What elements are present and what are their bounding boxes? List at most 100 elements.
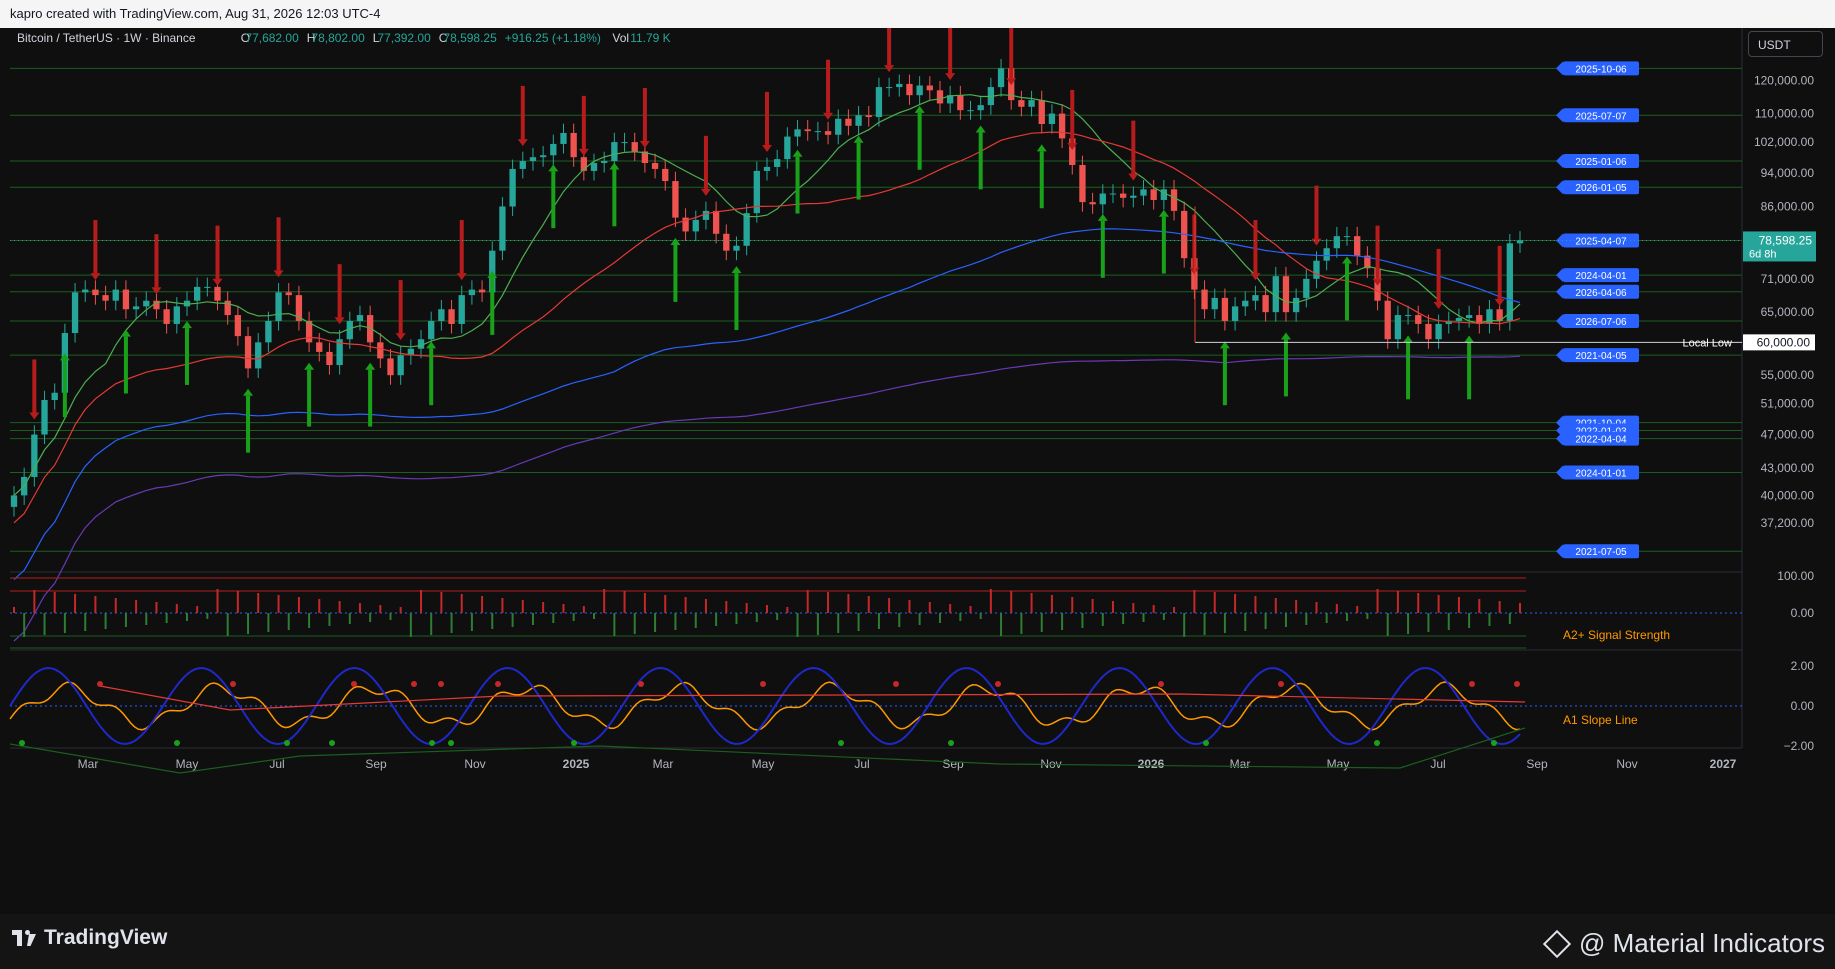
signal-y-tick: 100.00 [1777,569,1814,583]
ohlc-legend: Bitcoin / TetherUS · 1W · Binance O77,682… [17,31,671,45]
currency-button[interactable]: USDT [1748,31,1823,57]
candle-body [194,286,201,301]
candle-body [835,118,842,135]
buy-signal-arrowhead [1036,144,1047,152]
sell-signal-arrow [215,225,220,279]
candle-body [234,315,242,337]
footer: TradingView @ Material Indicators [0,914,1835,969]
signal-bar [1305,613,1308,625]
signal-bar [440,592,443,613]
signal-bar [114,598,117,613]
candle-body [163,309,170,324]
sell-signal-arrow [1436,248,1441,302]
buy-signal-arrow [734,273,739,330]
signal-bar [827,592,830,613]
sell-signal-arrowhead [639,141,650,149]
osc-bottom-dot [448,740,454,746]
signal-bar [1295,600,1298,613]
candle-body [478,289,486,293]
chart-canvas[interactable]: 2025-10-06 2025-07-07 2025-01-06 2026-01-05… [0,12,1835,914]
signal-bar [979,613,982,619]
sell-signal-arrow [1009,25,1014,79]
candle-body [51,392,58,401]
signal-bar [1050,595,1053,613]
sell-signal-arrow [154,234,159,288]
signal-bar [1010,591,1013,613]
osc-top-dot [1514,681,1520,687]
chart-area[interactable]: 2025-10-06 2025-07-07 2025-01-06 2026-01-05… [0,12,1835,914]
signal-bar [1315,602,1318,613]
candle-body [702,210,710,220]
signal-bar [1427,613,1430,632]
candle-body [122,289,130,310]
candle-body [1099,193,1106,205]
x-axis-tick: Sep [942,757,964,771]
signal-bar [745,603,748,613]
buy-signal-arrowhead [731,266,742,274]
candle-body [662,168,669,182]
signal-bar [623,591,626,613]
signal-bar [247,613,250,634]
signal-bar [94,596,97,613]
buy-signal-arrow [551,171,556,229]
date-level-text: 2026-07-06 [1575,317,1627,328]
candle-body [560,132,567,144]
sell-signal-arrowhead [273,270,284,278]
tradingview-logo[interactable]: TradingView [12,926,167,950]
buy-signal-arrow [1100,220,1105,278]
date-level-text: 2026-04-06 [1575,288,1627,299]
candle-body [1221,297,1229,321]
signal-bar [837,613,840,633]
signal-bar [1407,613,1410,634]
osc-bottom-dot [571,740,577,746]
osc-top-dot [351,681,357,687]
signal-bar [1142,613,1145,622]
osc-bottom-dot [19,740,25,746]
signal-bar [1468,613,1471,628]
signal-bar [1111,601,1114,613]
osc-bottom-dot [284,740,290,746]
signal-strength-label: A2+ Signal Strength [1563,628,1670,642]
candle-body [631,142,638,152]
buy-signal-arrow [1283,339,1288,397]
candle-body [672,181,679,218]
date-level-label-arrow [1556,284,1563,299]
date-level-text: 2025-04-07 [1575,236,1627,247]
x-axis-tick: May [1327,757,1350,771]
signal-bar [481,596,484,613]
buy-signal-arrowhead [365,362,376,370]
candle-body [774,159,781,167]
candle-body [275,292,282,321]
material-indicators-logo: @ Material Indicators [1542,928,1825,959]
signal-bar [1396,591,1399,613]
candle-body [265,320,272,343]
signal-bar [470,613,473,631]
signal-bar [1457,597,1460,613]
legend-high: 78,802.00 [311,31,365,45]
signal-bar [562,604,565,613]
buy-signal-arrow [184,328,189,385]
signal-bar [633,613,636,634]
signal-bar [1193,590,1196,613]
buy-signal-arrow [1222,348,1227,406]
osc-top-dot [438,681,444,687]
candle-body [651,163,659,169]
candle-body [1303,278,1310,298]
sell-signal-arrow [1192,214,1197,268]
last-price-value: 78,598.25 [1759,233,1813,247]
signal-bar [1498,601,1501,613]
buy-signal-arrow [673,245,678,302]
signal-bar [1274,598,1277,613]
signal-bar [521,600,524,613]
signal-bar [674,613,677,630]
candle-body [356,315,364,321]
osc-top-dot [230,681,236,687]
sell-signal-arrowhead [1433,301,1444,309]
candle-body [539,155,547,158]
signal-bar [1508,613,1511,624]
candle-body [377,342,384,359]
signal-bar [1366,613,1369,619]
signal-bar [857,613,860,631]
buy-signal-arrowhead [670,238,681,246]
signal-bar [1152,605,1155,613]
